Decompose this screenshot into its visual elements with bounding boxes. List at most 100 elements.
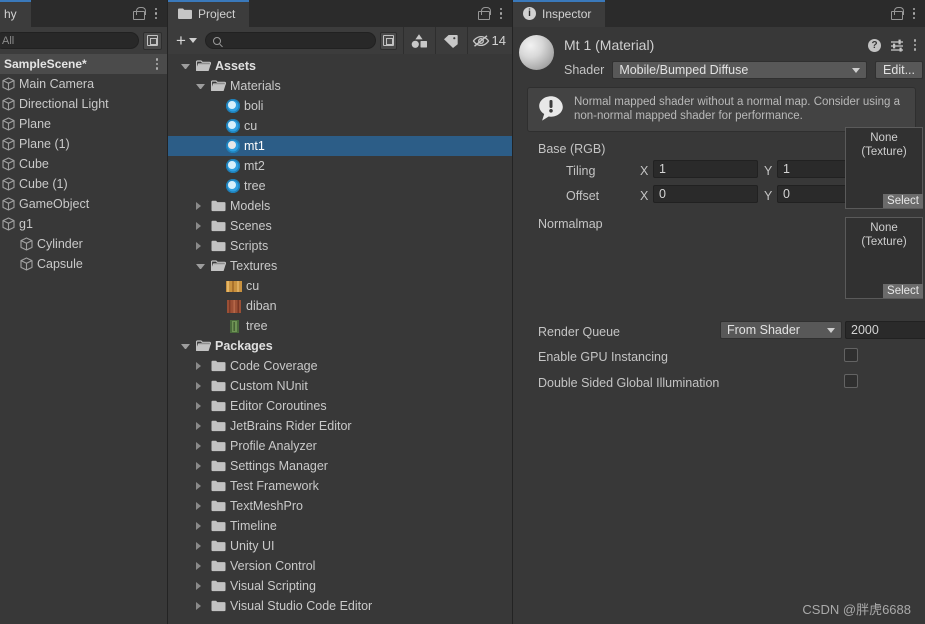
project-tree-row[interactable]: Settings Manager — [168, 456, 512, 476]
project-tree[interactable]: Assets Materials boli cu mt1 mt2 tree Models Sce… — [168, 54, 512, 624]
chevron-right-icon[interactable] — [196, 542, 205, 550]
shader-edit-button[interactable]: Edit... — [875, 61, 923, 79]
offset-x-field[interactable]: 0 — [653, 185, 758, 203]
chevron-right-icon[interactable] — [196, 562, 205, 570]
project-tree-row[interactable]: tree — [168, 176, 512, 196]
hierarchy-item[interactable]: Plane — [0, 114, 167, 134]
normalmap-texture-select-button[interactable]: Select — [883, 284, 923, 298]
project-tree-row[interactable]: diban — [168, 296, 512, 316]
scene-menu-icon[interactable] — [155, 58, 159, 70]
hierarchy-list[interactable]: Main Camera Directional Light Plane Plane (… — [0, 74, 167, 624]
tab-hierarchy-label: hy — [4, 6, 17, 21]
help-icon[interactable]: ? — [868, 38, 881, 52]
project-tree-row[interactable]: mt2 — [168, 156, 512, 176]
chevron-right-icon[interactable] — [196, 602, 205, 610]
shader-dropdown[interactable]: Mobile/Bumped Diffuse — [612, 61, 868, 79]
chevron-down-icon[interactable] — [196, 83, 205, 89]
hierarchy-item[interactable]: g1 — [0, 214, 167, 234]
chevron-right-icon[interactable] — [196, 522, 205, 530]
project-popout-button[interactable] — [380, 31, 397, 50]
project-tree-row[interactable]: Packages — [168, 336, 512, 356]
filter-by-label-button[interactable] — [436, 27, 467, 54]
hierarchy-item[interactable]: Capsule — [0, 254, 167, 274]
chevron-right-icon[interactable] — [196, 482, 205, 490]
project-tree-label: Custom NUnit — [230, 379, 308, 393]
render-queue-number-field[interactable]: 2000 — [845, 321, 925, 339]
chevron-right-icon[interactable] — [196, 242, 205, 250]
chevron-right-icon[interactable] — [196, 362, 205, 370]
project-menu-icon[interactable] — [499, 7, 503, 20]
hierarchy-item[interactable]: Cylinder — [0, 234, 167, 254]
project-tree-row[interactable]: Models — [168, 196, 512, 216]
preset-icon[interactable] — [890, 39, 904, 52]
project-tree-row-selected[interactable]: mt1 — [168, 136, 512, 156]
hierarchy-item[interactable]: Cube (1) — [0, 174, 167, 194]
project-tree-row[interactable]: cu — [168, 276, 512, 296]
chevron-right-icon[interactable] — [196, 202, 205, 210]
chevron-right-icon[interactable] — [196, 442, 205, 450]
lock-icon[interactable] — [132, 7, 146, 20]
scene-row[interactable]: SampleScene* — [0, 54, 167, 74]
chevron-down-icon[interactable] — [181, 343, 190, 349]
double-sided-gi-checkbox[interactable] — [844, 374, 858, 388]
tab-project[interactable]: Project — [168, 0, 250, 27]
tiling-x-field[interactable]: 1 — [653, 160, 758, 178]
project-tree-row[interactable]: JetBrains Rider Editor — [168, 416, 512, 436]
chevron-right-icon[interactable] — [196, 382, 205, 390]
project-tree-row[interactable]: Timeline — [168, 516, 512, 536]
hierarchy-item[interactable]: Cube — [0, 154, 167, 174]
hierarchy-item[interactable]: Directional Light — [0, 94, 167, 114]
chevron-right-icon[interactable] — [196, 502, 205, 510]
project-tree-row[interactable]: Editor Coroutines — [168, 396, 512, 416]
render-queue-dropdown[interactable]: From Shader — [720, 321, 842, 339]
hierarchy-popout-button[interactable] — [143, 31, 162, 50]
hierarchy-search-input[interactable]: All — [0, 32, 139, 49]
material-menu-icon[interactable] — [913, 39, 917, 51]
lock-icon[interactable] — [477, 7, 491, 20]
project-tree-row[interactable]: Profile Analyzer — [168, 436, 512, 456]
base-texture-slot[interactable]: None (Texture) Select — [845, 127, 923, 209]
filter-by-type-button[interactable] — [404, 27, 435, 54]
hidden-items-indicator[interactable]: 14 — [468, 27, 512, 54]
project-tree-row[interactable]: TextMeshPro — [168, 496, 512, 516]
material-ball-icon — [226, 119, 240, 133]
offset-x-label: X — [640, 189, 649, 203]
inspector-menu-icon[interactable] — [912, 7, 916, 20]
hierarchy-item[interactable]: Main Camera — [0, 74, 167, 94]
project-tree-row[interactable]: Unity UI — [168, 536, 512, 556]
project-tree-row[interactable]: boli — [168, 96, 512, 116]
project-tree-row[interactable]: Visual Studio Code Editor — [168, 596, 512, 616]
lock-icon[interactable] — [890, 7, 904, 20]
project-tree-row[interactable]: Materials — [168, 76, 512, 96]
hierarchy-menu-icon[interactable] — [154, 7, 158, 20]
project-tree-row[interactable]: Scenes — [168, 216, 512, 236]
hierarchy-item[interactable]: GameObject — [0, 194, 167, 214]
project-tree-row[interactable]: Scripts — [168, 236, 512, 256]
chevron-down-icon[interactable] — [181, 63, 190, 69]
chevron-right-icon[interactable] — [196, 582, 205, 590]
project-tree-row[interactable]: Textures — [168, 256, 512, 276]
tab-inspector[interactable]: i Inspector — [513, 0, 606, 27]
project-tree-row[interactable]: Custom NUnit — [168, 376, 512, 396]
chevron-right-icon[interactable] — [196, 402, 205, 410]
project-tree-row[interactable]: Assets — [168, 56, 512, 76]
project-search-input[interactable] — [204, 32, 377, 49]
create-asset-button[interactable]: + — [174, 32, 205, 49]
chevron-right-icon[interactable] — [196, 222, 205, 230]
chevron-right-icon[interactable] — [196, 462, 205, 470]
base-texture-select-button[interactable]: Select — [883, 194, 923, 208]
gpu-instancing-checkbox[interactable] — [844, 348, 858, 362]
project-tree-row[interactable]: Code Coverage — [168, 356, 512, 376]
hierarchy-item[interactable]: Plane (1) — [0, 134, 167, 154]
gameobject-cube-icon — [20, 237, 33, 251]
project-tree-row[interactable]: Test Framework — [168, 476, 512, 496]
project-tree-row[interactable]: Visual Scripting — [168, 576, 512, 596]
project-tree-row[interactable]: Version Control — [168, 556, 512, 576]
chevron-down-icon[interactable] — [196, 263, 205, 269]
project-tree-row[interactable]: tree — [168, 316, 512, 336]
normalmap-texture-slot[interactable]: None (Texture) Select — [845, 217, 923, 299]
tab-hierarchy[interactable]: hy — [0, 0, 31, 27]
project-tree-row[interactable]: cu — [168, 116, 512, 136]
chevron-right-icon[interactable] — [196, 422, 205, 430]
offset-y-value: 0 — [783, 187, 790, 201]
